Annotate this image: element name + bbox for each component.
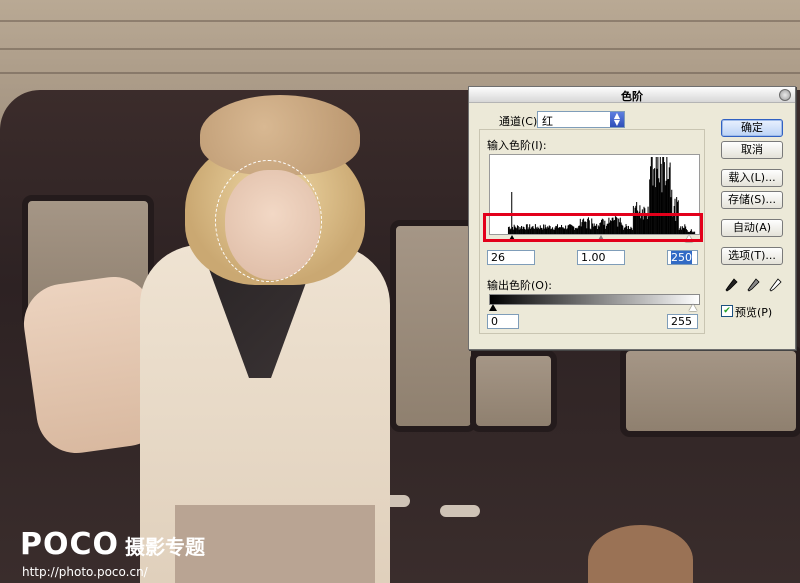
- wood-plank-line: [0, 48, 800, 50]
- input-white-field[interactable]: 250: [667, 250, 698, 265]
- highlight-annotation: [483, 213, 703, 242]
- chevron-updown-icon: ▲ ▼: [610, 112, 624, 127]
- save-button[interactable]: 存储(S)...: [721, 191, 783, 209]
- input-levels-label: 输入色阶(I):: [487, 139, 547, 152]
- watermark-brand: POCO: [20, 527, 120, 562]
- output-levels-label: 输出色阶(O):: [487, 279, 552, 292]
- input-black-field[interactable]: 26: [487, 250, 535, 265]
- preview-label: 预览(P): [735, 306, 773, 319]
- watermark: POCO 摄影专题 http://photo.poco.cn/: [20, 527, 206, 579]
- output-black-field[interactable]: 0: [487, 314, 519, 329]
- cancel-button[interactable]: 取消: [721, 141, 783, 159]
- channel-value: 红: [542, 115, 553, 128]
- watermark-subtitle: 摄影专题: [125, 535, 206, 559]
- car-window: [390, 220, 477, 432]
- close-icon[interactable]: [779, 89, 791, 101]
- black-eyedropper-icon[interactable]: [724, 278, 738, 294]
- white-eyedropper-icon[interactable]: [768, 278, 782, 294]
- dialog-titlebar[interactable]: 色阶: [469, 87, 795, 103]
- gray-eyedropper-icon[interactable]: [746, 278, 760, 294]
- watermark-url: http://photo.poco.cn/: [22, 565, 148, 579]
- ok-button[interactable]: 确定: [721, 119, 783, 137]
- wood-plank-line: [0, 20, 800, 22]
- auto-button[interactable]: 自动(A): [721, 219, 783, 237]
- output-slider[interactable]: [489, 303, 698, 312]
- door-handle: [440, 505, 480, 517]
- output-white-field[interactable]: 255: [667, 314, 698, 329]
- input-gamma-field[interactable]: 1.00: [577, 250, 625, 265]
- preview-checkbox[interactable]: ✔: [721, 305, 733, 317]
- car-window: [620, 345, 800, 437]
- car-window: [470, 350, 557, 432]
- load-button[interactable]: 载入(L)...: [721, 169, 783, 187]
- dialog-title: 色阶: [621, 90, 643, 103]
- selection-marquee[interactable]: [215, 160, 322, 282]
- output-black-slider[interactable]: [489, 304, 497, 311]
- output-white-slider[interactable]: [689, 304, 697, 311]
- wood-plank-line: [0, 72, 800, 74]
- channel-label: 通道(C):: [499, 115, 541, 128]
- channel-select[interactable]: 红 ▲ ▼: [537, 111, 625, 128]
- input-white-value: 250: [671, 251, 692, 264]
- options-button[interactable]: 选项(T)...: [721, 247, 783, 265]
